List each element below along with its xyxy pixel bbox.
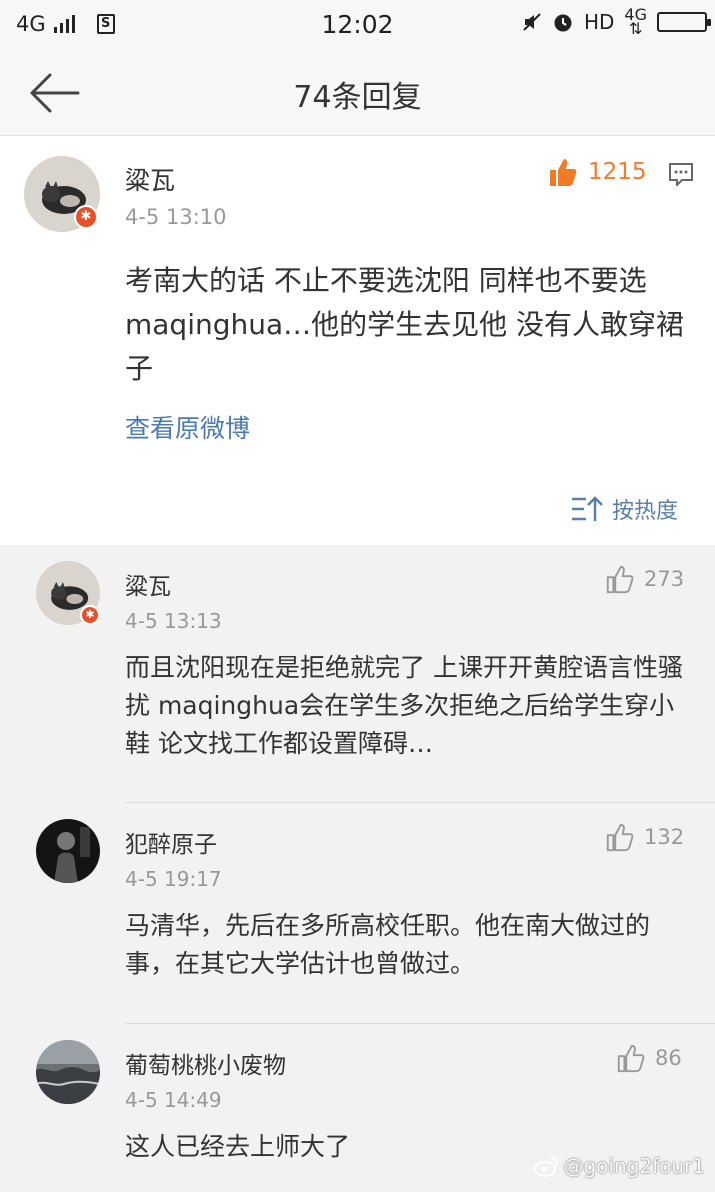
thumbs-up-outline-icon [617, 1044, 645, 1073]
page-title: 74条回复 [293, 80, 422, 115]
view-original-link[interactable]: 查看原微博 [125, 409, 250, 445]
like-count: 1215 [588, 159, 647, 185]
reply-author[interactable]: 犯醉原子 [125, 825, 217, 859]
weibo-logo-icon [533, 1157, 558, 1177]
like-button[interactable]: 86 [615, 1043, 682, 1073]
avatar[interactable] [36, 1040, 100, 1104]
comment-text: 考南大的话 不止不要选沈阳 同样也不要选maqinghua…他的学生去见他 没有… [125, 264, 685, 385]
sea-photo-icon [36, 1040, 100, 1104]
sort-icon [572, 496, 603, 521]
network-right: 4G ⇅ [624, 5, 647, 38]
reply-time: 4-5 13:13 [125, 609, 222, 633]
like-count: 132 [644, 825, 685, 849]
like-button[interactable]: 132 [604, 822, 684, 852]
reply-time: 4-5 19:17 [125, 867, 222, 891]
status-right: HD 4G ⇅ [522, 5, 711, 38]
verified-badge: ✱ [74, 205, 98, 229]
sort-by-popularity[interactable]: 按热度 [570, 493, 678, 525]
like-count: 86 [655, 1046, 682, 1070]
thumbs-up-outline-icon [606, 565, 634, 594]
comment-author[interactable]: 粱瓦 [125, 161, 175, 197]
watermark-text: @going2four1 [563, 1154, 705, 1178]
thumbs-up-outline-icon [606, 823, 634, 852]
like-button[interactable]: 273 [604, 564, 684, 594]
avatar[interactable] [36, 819, 100, 883]
hd-label: HD [583, 10, 615, 34]
reply-author[interactable]: 葡萄桃桃小废物 [125, 1046, 286, 1080]
list-item: ✱ 粱瓦 4-5 13:13 273 而且沈阳现在是拒绝就完了 上课开开黄腔语言… [0, 545, 715, 803]
reply-author[interactable]: 粱瓦 [125, 567, 171, 601]
list-item: 犯醉原子 4-5 19:17 132 马清华，先后在多所高校任职。他在南大做过的… [0, 803, 715, 1024]
reply-list: ✱ 粱瓦 4-5 13:13 273 而且沈阳现在是拒绝就完了 上课开开黄腔语言… [0, 545, 715, 1192]
reply-button[interactable] [667, 160, 695, 192]
comment-icon [669, 163, 693, 186]
comment-time: 4-5 13:10 [125, 205, 227, 229]
alarm-icon [554, 14, 572, 32]
mute-icon [523, 13, 541, 31]
verified-badge: ✱ [80, 605, 100, 625]
like-button[interactable]: 1215 [546, 156, 647, 188]
battery-icon [657, 12, 711, 32]
reply-time: 4-5 14:49 [125, 1088, 222, 1112]
like-count: 273 [644, 567, 685, 591]
thumbs-up-icon [550, 159, 577, 186]
watermark: @going2four1 [533, 1154, 705, 1178]
reply-text: 马清华，先后在多所高校任职。他在南大做过的事，在其它大学估计也曾做过。 [125, 911, 651, 978]
user-photo-icon [36, 819, 100, 883]
reply-text: 而且沈阳现在是拒绝就完了 上课开开黄腔语言性骚扰 maqinghua会在学生多次… [125, 653, 683, 758]
status-bar: 4G S 12:02 HD 4G ⇅ [0, 0, 715, 50]
main-comment: ✱ 粱瓦 4-5 13:10 1215 考南大的话 不止不要选沈阳 同样也不要选… [0, 137, 715, 544]
nav-bar: 74条回复 [0, 50, 715, 136]
sort-label: 按热度 [612, 499, 679, 524]
